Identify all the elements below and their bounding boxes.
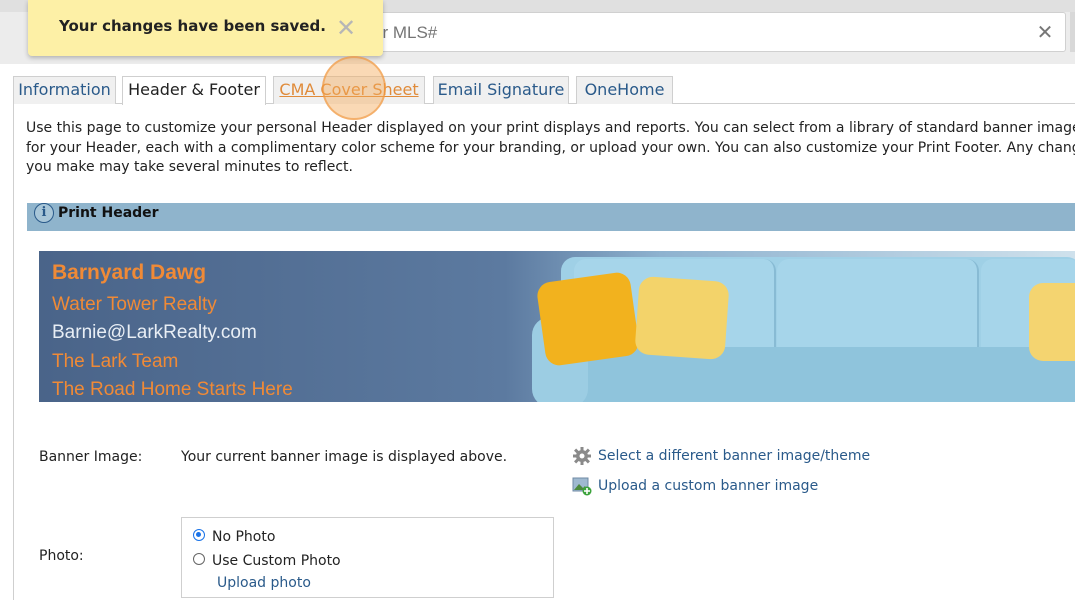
gear-icon: [572, 446, 592, 466]
scroll-edge: [1070, 12, 1075, 52]
custom-photo-radio[interactable]: [193, 553, 205, 565]
close-icon[interactable]: ✕: [1033, 19, 1057, 45]
banner-image-label: Banner Image:: [39, 449, 143, 465]
banner-agent-name: Barnyard Dawg: [52, 261, 207, 284]
no-photo-radio[interactable]: [193, 529, 205, 541]
sofa-seat: [569, 347, 1075, 402]
banner-company: Water Tower Realty: [52, 294, 217, 315]
tab-header-footer[interactable]: Header & Footer: [122, 76, 266, 105]
intro-line: Use this page to customize your personal…: [26, 120, 1075, 136]
upload-banner-link-label: Upload a custom banner image: [598, 478, 819, 494]
banner-image-value: Your current banner image is displayed a…: [181, 449, 508, 465]
intro-line: for your Header, each with a complimenta…: [26, 139, 1075, 156]
search-box[interactable]: ✕: [360, 12, 1066, 52]
banner-preview: Barnyard Dawg Water Tower Realty Barnie@…: [39, 251, 1075, 402]
info-icon: i: [34, 203, 54, 223]
custom-photo-label: Use Custom Photo: [212, 553, 341, 569]
pillow: [634, 275, 730, 361]
banner-team: The Lark Team: [52, 351, 179, 372]
close-icon[interactable]: ✕: [334, 16, 358, 40]
section-title: Print Header: [58, 205, 159, 221]
tab-information[interactable]: Information: [13, 76, 116, 104]
banner-slogan: The Road Home Starts Here: [52, 379, 293, 400]
upload-photo-link[interactable]: Upload photo: [217, 575, 311, 591]
photo-options-box: No Photo Use Custom Photo Upload photo: [181, 517, 554, 598]
success-toast: Your changes have been saved. ✕: [28, 0, 383, 56]
search-input[interactable]: [371, 19, 1015, 47]
tab-onehome[interactable]: OneHome: [576, 76, 673, 104]
select-banner-link[interactable]: Select a different banner image/theme: [572, 446, 870, 466]
click-indicator: [322, 56, 386, 120]
tab-email-signature[interactable]: Email Signature: [433, 76, 569, 104]
no-photo-label: No Photo: [212, 529, 276, 545]
print-header-section-bar: i Print Header: [27, 203, 1075, 231]
upload-banner-link[interactable]: Upload a custom banner image: [572, 476, 818, 496]
photo-label: Photo:: [39, 548, 84, 564]
intro-text: Use this page to customize your personal…: [26, 119, 1075, 178]
image-add-icon: [572, 476, 592, 496]
pillow: [1029, 283, 1075, 361]
banner-email: Barnie@LarkRealty.com: [52, 322, 257, 343]
intro-line: you make may take several minutes to ref…: [26, 159, 353, 175]
pillow: [535, 270, 641, 368]
toast-message: Your changes have been saved.: [59, 17, 326, 35]
select-banner-link-label: Select a different banner image/theme: [598, 448, 871, 464]
